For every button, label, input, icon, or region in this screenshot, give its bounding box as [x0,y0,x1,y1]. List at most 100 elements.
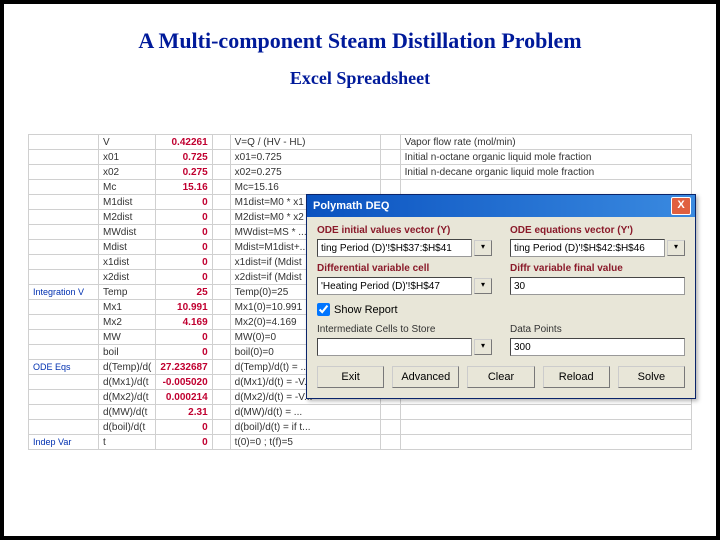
cell[interactable]: x02 [99,165,156,180]
cell[interactable]: 0 [156,270,212,285]
cell[interactable] [212,375,230,390]
cell[interactable]: 0 [156,195,212,210]
cell[interactable]: x02=0.275 [230,165,380,180]
cell[interactable]: M1dist [99,195,156,210]
cell[interactable]: 15.16 [156,180,212,195]
cell[interactable] [212,390,230,405]
cell[interactable]: x01=0.725 [230,150,380,165]
cell[interactable]: 0 [156,255,212,270]
cell[interactable] [212,360,230,375]
cell[interactable] [212,135,230,150]
advanced-button[interactable]: Advanced [392,366,459,388]
cell[interactable] [29,255,99,270]
cell[interactable] [29,390,99,405]
cell[interactable]: 0 [156,435,212,450]
cell[interactable] [212,180,230,195]
cell[interactable]: boil [99,345,156,360]
close-icon[interactable]: X [671,197,691,215]
cell[interactable] [212,270,230,285]
cell[interactable] [212,210,230,225]
cell[interactable] [29,420,99,435]
cell[interactable] [400,435,691,450]
input-diff-final[interactable] [510,277,685,295]
cell[interactable]: M2dist [99,210,156,225]
cell[interactable]: ODE Eqs [29,360,99,375]
cell[interactable] [212,225,230,240]
cell[interactable]: d(MW)/d(t) = ... [230,405,380,420]
cell[interactable] [29,405,99,420]
reload-button[interactable]: Reload [543,366,610,388]
cell[interactable] [29,375,99,390]
cell[interactable] [380,135,400,150]
cell[interactable]: Mx2 [99,315,156,330]
cell[interactable]: Initial n-octane organic liquid mole fra… [400,150,691,165]
cell[interactable] [380,150,400,165]
cell[interactable] [400,405,691,420]
cell[interactable]: d(boil)/d(t) = if t... [230,420,380,435]
cell[interactable]: x2dist [99,270,156,285]
cell[interactable] [212,405,230,420]
cell[interactable]: 0 [156,420,212,435]
cell[interactable] [212,285,230,300]
cell[interactable]: d(Mx2)/d(t [99,390,156,405]
table-row[interactable]: d(boil)/d(t0 d(boil)/d(t) = if t... [29,420,692,435]
exit-button[interactable]: Exit [317,366,384,388]
cell[interactable]: -0.005020 [156,375,212,390]
cell[interactable]: x1dist [99,255,156,270]
input-yp-vector[interactable] [510,239,665,257]
cell[interactable]: V=Q / (HV - HL) [230,135,380,150]
cell[interactable]: 0 [156,225,212,240]
cell[interactable] [29,135,99,150]
cell[interactable]: 0 [156,345,212,360]
cell[interactable] [212,330,230,345]
cell[interactable] [29,345,99,360]
cell[interactable] [212,315,230,330]
cell[interactable]: MWdist [99,225,156,240]
cell[interactable] [212,255,230,270]
cell[interactable]: 2.31 [156,405,212,420]
cell[interactable] [380,420,400,435]
cell[interactable]: Integration V [29,285,99,300]
cell[interactable]: 0.000214 [156,390,212,405]
cell[interactable]: d(Temp)/d( [99,360,156,375]
cell[interactable] [212,300,230,315]
range-picker-icon[interactable]: ▾ [474,240,492,256]
checkbox-show-report[interactable] [317,303,330,316]
cell[interactable] [212,165,230,180]
table-row[interactable]: x020.275 x02=0.275 Initial n-decane organi… [29,165,692,180]
input-interm-cells[interactable] [317,338,472,356]
cell[interactable]: 0.275 [156,165,212,180]
cell[interactable] [29,210,99,225]
cell[interactable]: Vapor flow rate (mol/min) [400,135,691,150]
cell[interactable]: Indep Var [29,435,99,450]
cell[interactable]: 27.232687 [156,360,212,375]
cell[interactable]: d(MW)/d(t [99,405,156,420]
cell[interactable]: Mc=15.16 [230,180,380,195]
input-diff-cell[interactable] [317,277,472,295]
cell[interactable] [29,150,99,165]
cell[interactable] [212,150,230,165]
cell[interactable]: V [99,135,156,150]
cell[interactable] [29,315,99,330]
cell[interactable] [29,180,99,195]
cell[interactable] [212,345,230,360]
cell[interactable] [380,435,400,450]
cell[interactable]: MW [99,330,156,345]
cell[interactable] [29,300,99,315]
cell[interactable]: Mdist [99,240,156,255]
cell[interactable]: x01 [99,150,156,165]
cell[interactable]: 0.725 [156,150,212,165]
cell[interactable]: 0 [156,210,212,225]
cell[interactable] [380,165,400,180]
cell[interactable] [380,180,400,195]
cell[interactable] [212,435,230,450]
cell[interactable]: d(Mx1)/d(t [99,375,156,390]
cell[interactable]: 25 [156,285,212,300]
cell[interactable]: Initial n-decane organic liquid mole fra… [400,165,691,180]
cell[interactable]: t [99,435,156,450]
cell[interactable]: Temp [99,285,156,300]
cell[interactable]: Mc [99,180,156,195]
cell[interactable]: d(boil)/d(t [99,420,156,435]
cell[interactable]: 10.991 [156,300,212,315]
cell[interactable] [29,225,99,240]
